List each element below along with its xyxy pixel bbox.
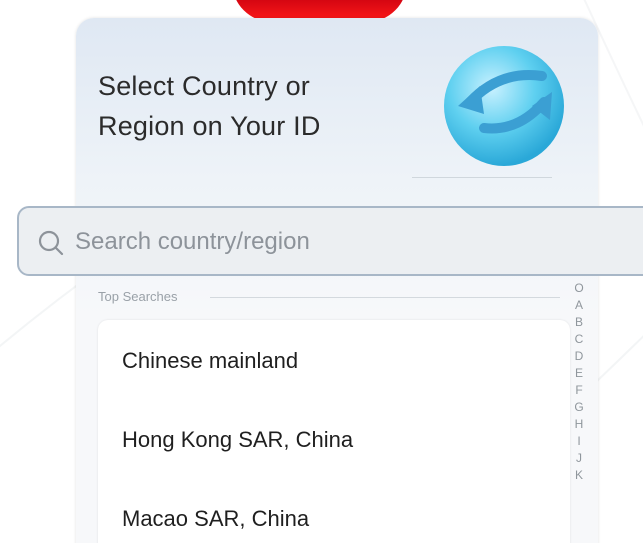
alphabet-index: O A B C D E F G H I J K xyxy=(571,280,587,484)
search-bar[interactable] xyxy=(17,206,643,276)
top-searches-list: Chinese mainland Hong Kong SAR, China Ma… xyxy=(98,320,570,543)
alpha-index-item[interactable]: C xyxy=(575,331,584,348)
divider xyxy=(412,177,552,178)
alpha-index-item[interactable]: J xyxy=(576,450,582,467)
page-title-line-2: Region on Your ID xyxy=(98,111,321,141)
alpha-index-item[interactable]: O xyxy=(574,280,583,297)
search-icon xyxy=(38,230,64,256)
page-title-line-1: Select Country or xyxy=(98,71,310,101)
search-input[interactable] xyxy=(75,226,615,258)
alpha-index-item[interactable]: G xyxy=(574,399,583,416)
alpha-index-item[interactable]: E xyxy=(575,365,583,382)
alpha-index-item[interactable]: K xyxy=(575,467,583,484)
list-item-hong-kong[interactable]: Hong Kong SAR, China xyxy=(122,427,542,453)
alpha-index-item[interactable]: F xyxy=(575,382,582,399)
alpha-index-item[interactable]: I xyxy=(577,433,580,450)
alpha-index-item[interactable]: H xyxy=(575,416,584,433)
top-searches-label: Top Searches xyxy=(98,289,178,304)
section-divider xyxy=(210,297,560,298)
list-item-macao[interactable]: Macao SAR, China xyxy=(122,506,542,532)
alpha-index-item[interactable]: B xyxy=(575,314,583,331)
globe-icon xyxy=(444,46,564,166)
alpha-index-item[interactable]: A xyxy=(575,297,583,314)
alpha-index-item[interactable]: D xyxy=(575,348,584,365)
page-title: Select Country or Region on Your ID xyxy=(98,66,398,146)
list-item-chinese-mainland[interactable]: Chinese mainland xyxy=(122,348,542,374)
